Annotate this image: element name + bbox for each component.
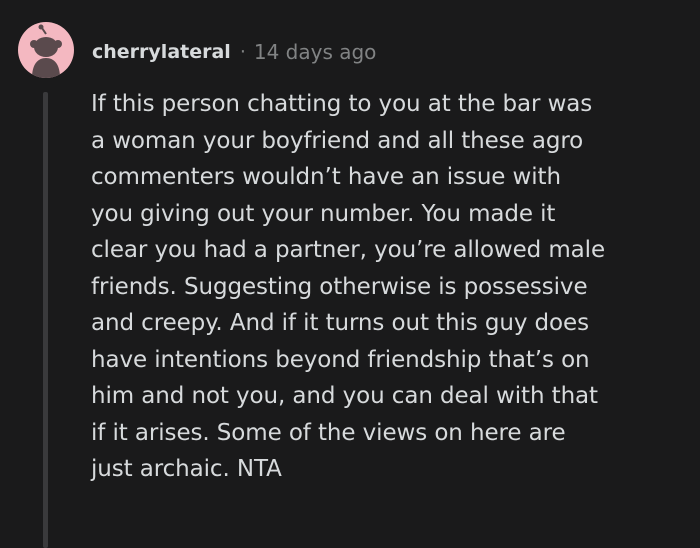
thread-line[interactable] [43,92,48,548]
timestamp[interactable]: 14 days ago [254,40,377,64]
meta-separator: · [239,41,246,63]
username-link[interactable]: cherrylateral [92,41,231,63]
comment-body: If this person chatting to you at the ba… [91,91,606,482]
avatar[interactable] [18,22,74,78]
comment-meta: cherrylateral · 14 days ago [92,36,376,68]
snoo-avatar-icon [30,24,62,78]
